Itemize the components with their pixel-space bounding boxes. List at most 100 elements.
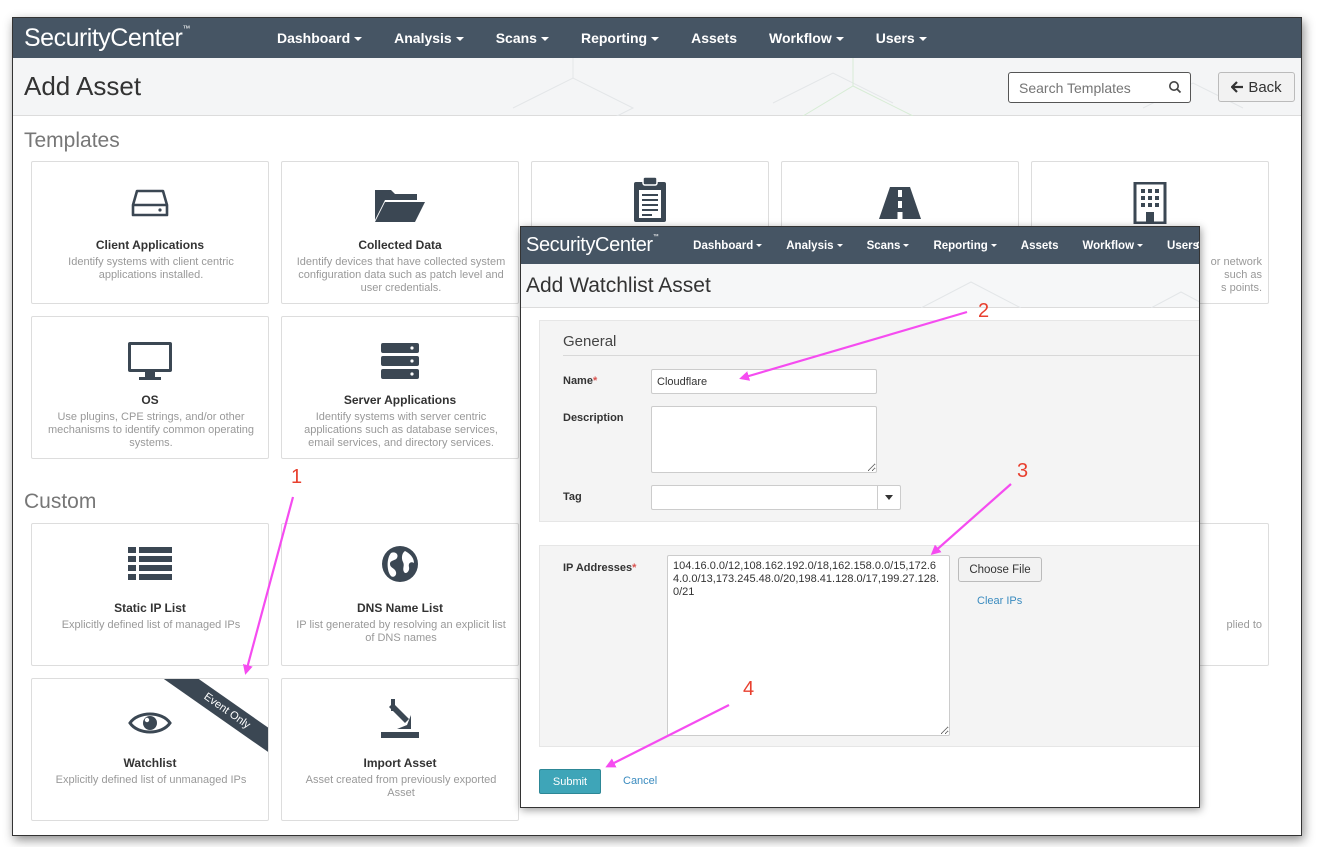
template-card-server-applications[interactable]: Server Applications Identify systems wit…: [281, 316, 519, 459]
nav-label: Assets: [1020, 239, 1059, 252]
card-title: DNS Name List: [356, 601, 444, 615]
annotation-number-2: 2: [978, 300, 990, 322]
page-header: Add Asset Back: [13, 58, 1301, 116]
nav-label: Dashboard: [693, 239, 754, 252]
name-input[interactable]: [651, 369, 877, 394]
nav-dashboard[interactable]: Dashboard: [261, 30, 378, 46]
nav-label: Scans: [866, 239, 901, 252]
modal-menu: Dashboard Analysis Scans Reporting Asset…: [681, 240, 1199, 252]
main-navbar: SecurityCenter™ Dashboard Analysis Scans…: [13, 18, 1301, 58]
nav-workflow[interactable]: Workflow: [753, 30, 860, 46]
brand-logo[interactable]: SecurityCenter™: [13, 24, 261, 53]
tag-select[interactable]: [651, 485, 901, 510]
submit-button[interactable]: Submit: [539, 769, 601, 794]
modal-page-title: Add Watchlist Asset: [526, 274, 711, 297]
name-label: Name*: [563, 375, 597, 387]
template-card-os[interactable]: OS Use plugins, CPE strings, and/or othe…: [31, 316, 269, 459]
nav-reporting[interactable]: Reporting: [565, 30, 675, 46]
modal-nav-assets[interactable]: Assets: [1009, 240, 1071, 252]
nav-label: Users: [875, 30, 915, 46]
card-description: Explicitly defined list of unmanaged IPs: [55, 774, 247, 786]
card-title: OS: [141, 393, 159, 407]
caret-down-icon: [990, 243, 997, 247]
templates-heading: Templates: [24, 129, 120, 152]
card-description: Identify systems with server centric app…: [304, 411, 498, 449]
modal-nav-reporting[interactable]: Reporting: [921, 240, 1008, 252]
nav-users[interactable]: Users: [860, 30, 943, 46]
clear-ips-link[interactable]: Clear IPs: [977, 595, 1022, 607]
caret-down-icon: [918, 37, 927, 42]
modal-brand-logo[interactable]: SecurityCenter™: [521, 234, 681, 257]
nav-label: Assets: [691, 30, 737, 46]
template-card-client-applications[interactable]: Client Applications Identify systems wit…: [31, 161, 269, 304]
card-title: Import Asset: [363, 756, 437, 770]
monitor-icon: [128, 342, 172, 380]
nav-assets[interactable]: Assets: [675, 30, 753, 46]
card-description: Explicitly defined list of managed IPs: [61, 619, 241, 631]
ip-addresses-label: IP Addresses*: [563, 562, 636, 574]
caret-down-icon: [540, 37, 549, 42]
search-templates[interactable]: [1008, 72, 1191, 103]
modal-page-header: Add Watchlist Asset: [521, 264, 1199, 308]
custom-card-static-ip-list[interactable]: Static IP List Explicitly defined list o…: [31, 523, 269, 666]
road-icon: [879, 187, 921, 219]
choose-file-button[interactable]: Choose File: [958, 557, 1042, 582]
search-icon[interactable]: [1168, 80, 1182, 94]
overlap-text: ology: [1196, 239, 1199, 251]
nav-scans[interactable]: Scans: [480, 30, 565, 46]
nav-analysis[interactable]: Analysis: [378, 30, 480, 46]
nav-label: Dashboard: [277, 30, 351, 46]
chevron-down-icon[interactable]: [877, 486, 900, 509]
required-mark: *: [592, 375, 598, 387]
required-mark: *: [632, 562, 637, 574]
annotation-number-1: 1: [291, 466, 303, 488]
description-label: Description: [563, 412, 624, 424]
ip-addresses-textarea[interactable]: 104.16.0.0/12,108.162.192.0/18,162.158.0…: [667, 555, 950, 736]
modal-nav-analysis[interactable]: Analysis: [774, 240, 854, 252]
card-title: Static IP List: [114, 601, 186, 615]
caret-down-icon: [835, 37, 844, 42]
caret-down-icon: [756, 243, 763, 247]
main-menu: Dashboard Analysis Scans Reporting Asset…: [261, 30, 943, 46]
card-title: Server Applications: [343, 393, 457, 407]
panel-divider: [563, 355, 1199, 356]
cancel-link[interactable]: Cancel: [623, 775, 657, 787]
general-panel: General Name* Description Tag: [539, 320, 1199, 522]
globe-icon: [382, 546, 418, 582]
custom-heading: Custom: [24, 490, 97, 513]
modal-nav-dashboard[interactable]: Dashboard: [681, 240, 774, 252]
caret-down-icon: [1137, 243, 1144, 247]
annotation-number-4: 4: [743, 678, 755, 700]
caret-down-icon: [836, 243, 843, 247]
back-button[interactable]: Back: [1218, 72, 1295, 102]
custom-card-watchlist[interactable]: Event Only Watchlist Explicitly defined …: [31, 678, 269, 821]
card-description: IP list generated by resolving an explic…: [296, 619, 506, 644]
card-title: Collected Data: [358, 238, 442, 252]
ip-panel: IP Addresses* 104.16.0.0/12,108.162.192.…: [539, 545, 1199, 747]
card-description: Use plugins, CPE strings, and/or other m…: [47, 411, 255, 449]
nav-label: Workflow: [769, 30, 832, 46]
modal-nav-users[interactable]: Users: [1155, 240, 1199, 252]
search-input[interactable]: [1019, 79, 1159, 96]
brand-text: SecurityCenter: [526, 234, 653, 256]
nav-label: Workflow: [1082, 239, 1135, 252]
name-label-text: Name: [563, 375, 593, 387]
template-card-collected-data[interactable]: Collected Data Identify devices that hav…: [281, 161, 519, 304]
card-description: Identify systems with client centric app…: [68, 256, 234, 281]
page-title: Add Asset: [24, 71, 142, 101]
custom-card-import-asset[interactable]: Import Asset Asset created from previous…: [281, 678, 519, 821]
card-description: Asset created from previously exported A…: [305, 774, 497, 799]
nav-label: Reporting: [933, 239, 988, 252]
nav-label: Analysis: [394, 30, 452, 46]
card-title: Watchlist: [123, 756, 177, 770]
clipboard-icon: [634, 176, 666, 222]
modal-nav-scans[interactable]: Scans: [855, 240, 922, 252]
custom-card-dns-name-list[interactable]: DNS Name List IP list generated by resol…: [281, 523, 519, 666]
annotation-number-3: 3: [1017, 460, 1029, 482]
nav-label: Reporting: [580, 30, 648, 46]
card-title: Client Applications: [95, 238, 205, 252]
general-heading: General: [563, 333, 617, 350]
description-textarea[interactable]: [651, 406, 877, 473]
back-label: Back: [1248, 78, 1282, 96]
modal-nav-workflow[interactable]: Workflow: [1070, 240, 1155, 252]
